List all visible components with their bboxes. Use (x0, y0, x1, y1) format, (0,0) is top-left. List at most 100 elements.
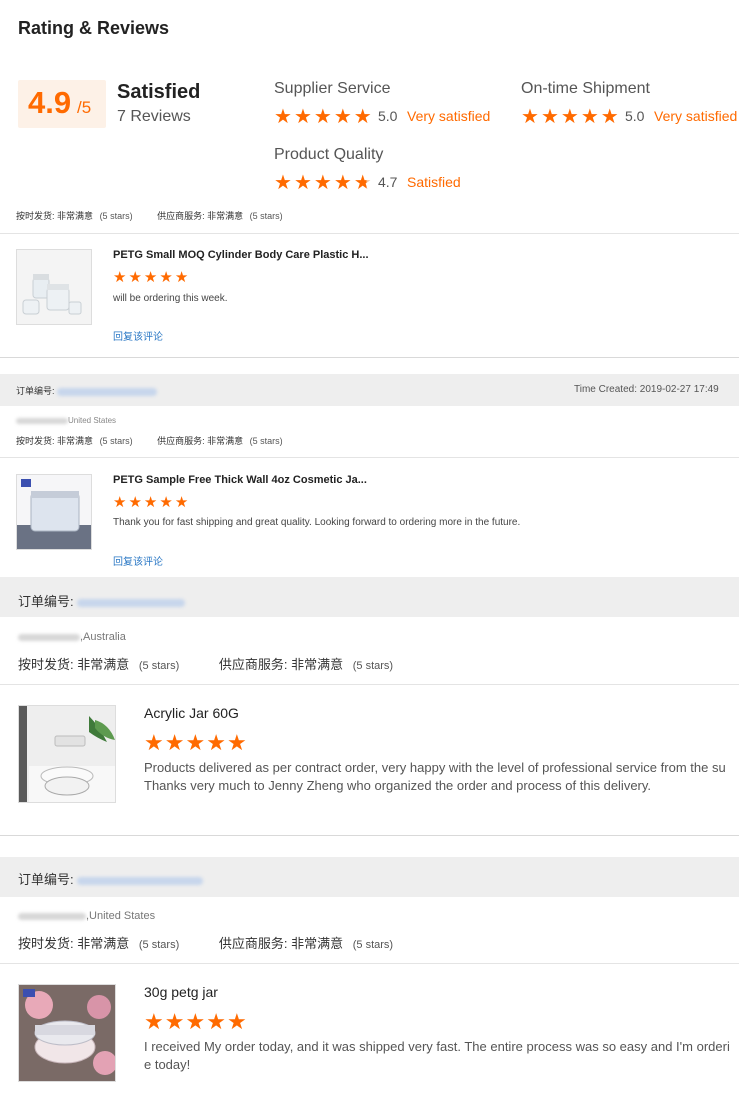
on-time-label: 按时发货: (18, 936, 74, 951)
overall-label: Satisfied (117, 81, 201, 103)
buyer-name-redacted (16, 417, 68, 424)
service-value: 非常满意 (291, 936, 344, 951)
review-text-line: Thanks very much to Jenny Zheng who orga… (144, 778, 652, 793)
service-value: 非常满意 (207, 436, 244, 446)
star-icon: ★ (206, 730, 226, 755)
buyer-name-redacted (18, 912, 86, 920)
metric-product-quality-label: Product Quality (274, 146, 384, 163)
metric-supplier-service-text: Very satisfied (407, 108, 491, 124)
star-icon: ★ (600, 106, 619, 128)
review-text-line: e today! (144, 1057, 191, 1072)
divider (0, 357, 739, 358)
product-thumbnail[interactable] (16, 474, 92, 550)
metric-on-time-text: Very satisfied (654, 108, 738, 124)
product-name-link[interactable]: PETG Small MOQ Cylinder Body Care Plasti… (113, 249, 369, 261)
review-text: Products delivered as per contract order… (144, 759, 739, 795)
star-icon: ★ (521, 106, 539, 128)
star-icon: ★ (128, 269, 142, 286)
star-icon: ★ (353, 106, 372, 128)
metric-on-time-value: 5.0 (625, 108, 645, 124)
on-time-stars: (5 stars) (99, 436, 133, 446)
star-icon: ★ (113, 269, 127, 286)
star-icon: ★ (185, 730, 206, 755)
star-icon: ★ (185, 1009, 206, 1034)
buyer-name-redacted (18, 633, 80, 641)
order-number-redacted (77, 598, 186, 607)
product-thumbnail[interactable] (18, 984, 116, 1082)
service-label: 供应商服务: (218, 657, 288, 672)
review-text-line: I received My order today, and it was sh… (144, 1039, 730, 1054)
star-icon: ★ (540, 106, 559, 128)
divider (0, 963, 739, 964)
order-number-row: 订单编号: (18, 869, 204, 888)
on-time-label: 按时发货: (16, 211, 55, 221)
divider (0, 835, 739, 836)
order-number-redacted (77, 876, 204, 885)
reply-link[interactable]: 回复该评论 (113, 328, 163, 343)
buyer-info: ,Australia (18, 631, 126, 643)
star-icon: ★ (159, 494, 173, 511)
review-stars: ★ ★ ★ ★ ★ (144, 732, 247, 754)
buyer-country: ,Australia (80, 631, 126, 643)
order-number-row: 订单编号: (18, 591, 186, 610)
metric-product-quality-text: Satisfied (407, 174, 461, 190)
review-count[interactable]: 7 Reviews (117, 108, 191, 126)
service-value: 非常满意 (291, 657, 344, 672)
star-icon: ★ (333, 172, 352, 194)
on-time-value: 非常满意 (57, 436, 94, 446)
service-label: 供应商服务: (218, 936, 288, 951)
time-created: Time Created: 2019-02-27 17:49 (574, 384, 719, 395)
star-icon: ★ (226, 1009, 247, 1034)
star-icon: ★ (113, 494, 127, 511)
order-number-row: 订单编号: (16, 384, 158, 397)
divider (0, 233, 739, 234)
page-title: Rating & Reviews (18, 18, 170, 38)
on-time-value: 非常满意 (77, 657, 130, 672)
metric-on-time-label: On-time Shipment (521, 80, 650, 97)
order-number-label: 订单编号: (18, 594, 74, 609)
review-text: Thank you for fast shipping and great qu… (113, 517, 521, 528)
reply-link[interactable]: 回复该评论 (113, 553, 163, 568)
on-time-label: 按时发货: (16, 436, 55, 446)
on-time-value: 非常满意 (77, 936, 130, 951)
order-number-label: 订单编号: (16, 386, 55, 396)
review-stars: ★ ★ ★ ★ ★ (113, 270, 188, 285)
review-stars: ★ ★ ★ ★ ★ (144, 1011, 247, 1033)
star-icon: ★ (313, 106, 332, 128)
star-icon: ★ (226, 730, 247, 755)
star-icon: ★ (128, 494, 142, 511)
half-star-icon: ★ (353, 172, 372, 194)
metric-supplier-service-value: 5.0 (378, 108, 398, 124)
review-4-meta: 按时发货: 非常满意 (5 stars) 供应商服务: 非常满意 (5 star… (18, 933, 393, 952)
review-2-meta: 按时发货: 非常满意 (5 stars) 供应商服务: 非常满意 (5 star… (16, 434, 283, 447)
service-label: 供应商服务: (157, 436, 205, 446)
overall-score: 4.9 (28, 85, 72, 120)
metric-product-quality-stars: ★ ★ ★ ★ ★ (274, 173, 372, 193)
product-thumbnail[interactable] (16, 249, 92, 325)
product-thumbnail[interactable] (18, 705, 116, 803)
star-icon: ★ (143, 269, 158, 286)
on-time-stars: (5 stars) (99, 211, 133, 221)
service-value: 非常满意 (207, 211, 244, 221)
product-name-link[interactable]: PETG Sample Free Thick Wall 4oz Cosmetic… (113, 474, 367, 486)
overall-score-suffix: /5 (77, 98, 92, 117)
review-text: will be ordering this week. (113, 293, 228, 304)
product-name-link[interactable]: 30g petg jar (144, 984, 218, 1000)
product-name-link[interactable]: Acrylic Jar 60G (144, 705, 239, 721)
service-stars: (5 stars) (352, 939, 394, 951)
on-time-stars: (5 stars) (138, 660, 180, 672)
star-icon: ★ (313, 172, 332, 194)
metric-supplier-service-label: Supplier Service (274, 80, 391, 97)
buyer-info: United States (16, 416, 116, 425)
on-time-label: 按时发货: (18, 657, 74, 672)
on-time-value: 非常满意 (57, 211, 94, 221)
buyer-country: ,United States (86, 910, 156, 922)
star-icon: ★ (174, 269, 189, 286)
review-text-line: Products delivered as per contract order… (144, 760, 726, 775)
service-stars: (5 stars) (249, 211, 283, 221)
order-number-redacted (57, 387, 158, 396)
buyer-country: United States (68, 416, 117, 425)
star-icon: ★ (159, 269, 173, 286)
star-icon: ★ (293, 172, 312, 194)
star-icon: ★ (143, 494, 158, 511)
